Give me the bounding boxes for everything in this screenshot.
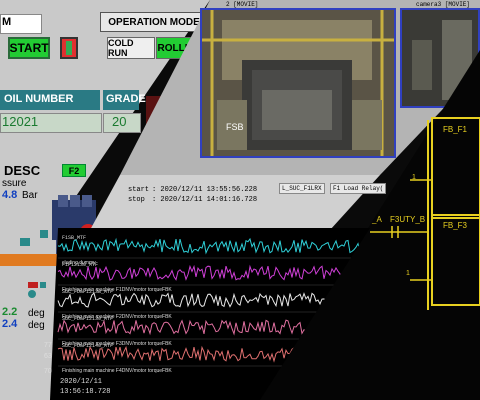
trend-footer-date: 2020/12/11 [60,378,103,386]
trend-series-line [57,345,370,363]
trend-series-label: Finishing main machine F4DNV/motor torqu… [62,368,172,374]
trend-series-line [57,237,370,255]
trend-footer-time: 13:56:18.728 [60,388,111,396]
trend-series-line [57,318,370,336]
trend-y-tick-3: 70 [44,368,52,375]
trend-tag-label: F1SB_MTF [62,235,86,241]
trend-plot: F1SB_MTFcluding dummyF1P12130_MTFFinishi… [57,235,370,374]
trend-series-line [57,264,370,282]
trend-y-tick-1: 77 [44,342,52,349]
trend-y-tick-2: 63 [44,353,52,360]
trend-tag-label: SUC_FDSP12140_MTF [62,343,113,349]
trend-series-line [57,292,370,309]
trend-tag-label: SUC_FDSP1213B_MTF [62,289,113,295]
trend-tag-label: F1P12130_MTF [62,262,98,268]
trend-tag-label: SUC_FDSP12130_MTF [62,316,113,322]
